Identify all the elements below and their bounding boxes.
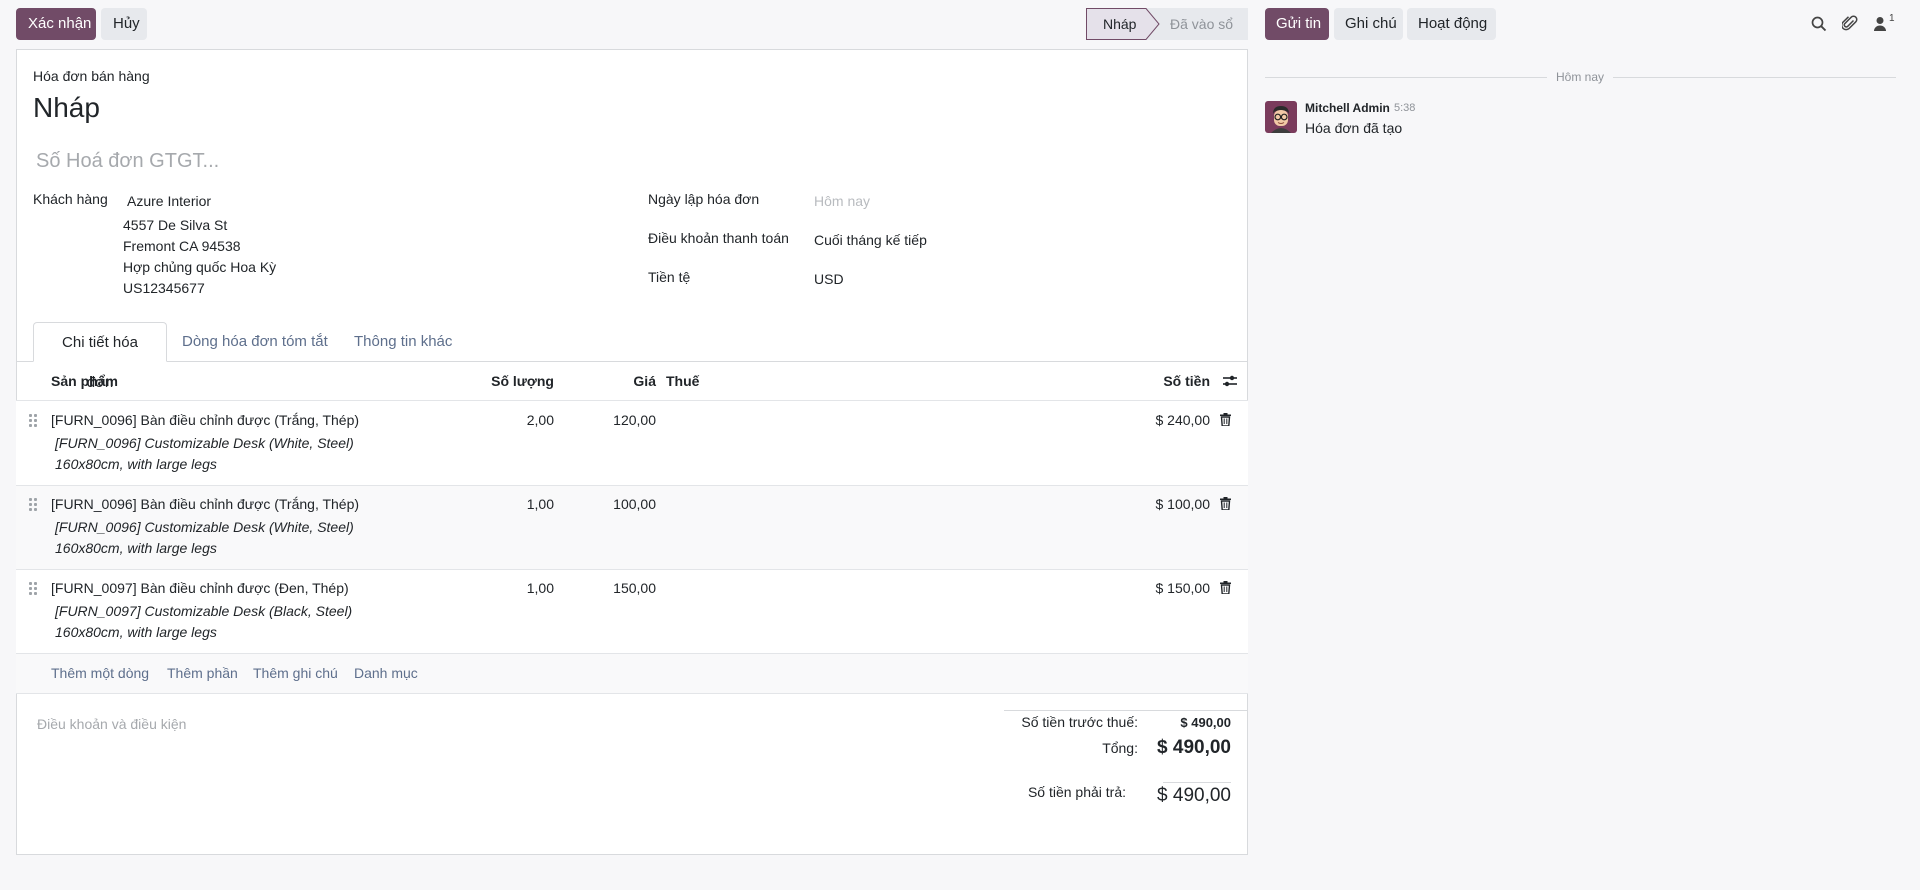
move-type-label: Hóa đơn bán hàng [33,68,150,84]
message-body: Hóa đơn đã tạo [1305,120,1403,136]
line-description: [FURN_0097] Customizable Desk (Black, St… [55,603,353,619]
add-line-link[interactable]: Thêm một dòng [51,665,149,681]
trash-icon[interactable] [1220,497,1231,510]
payment-terms-field[interactable]: Cuối tháng kế tiếp [814,232,927,248]
status-posted[interactable]: Đã vào sổ [1170,8,1233,40]
invoice-name: Nháp [33,92,100,123]
column-header-price[interactable]: Giá [556,373,656,389]
amount-due-label: Số tiền phải trả: [1027,784,1126,800]
line-description: [FURN_0096] Customizable Desk (White, St… [55,519,354,535]
trash-icon[interactable] [1220,413,1231,426]
log-note-button[interactable]: Ghi chú [1334,8,1403,40]
column-header-quantity[interactable]: Số lượng [454,373,554,389]
currency-field[interactable]: USD [814,271,844,287]
optional-columns-icon[interactable] [1222,374,1238,388]
line-amount: $ 150,00 [1155,580,1211,596]
followers-count: 1 [1889,13,1895,24]
customer-address-line: 4557 De Silva St [123,217,228,233]
catalog-link[interactable]: Danh mục [354,665,418,681]
line-product[interactable]: [FURN_0096] Bàn điều chỉnh được (Trắng, … [51,412,359,428]
drag-handle-icon[interactable] [29,414,39,428]
customer-vat: US12345677 [123,280,205,296]
amount-due-value: $ 490,00 [1157,785,1231,806]
line-quantity[interactable]: 1,00 [454,496,554,512]
column-header-amount[interactable]: Số tiền [1110,373,1210,389]
paperclip-icon[interactable] [1842,15,1858,32]
currency-label: Tiền tệ [648,269,691,285]
add-note-link[interactable]: Thêm ghi chú [253,665,338,681]
tab-other-info[interactable]: Thông tin khác [338,322,468,362]
send-message-button[interactable]: Gửi tin [1265,8,1329,40]
customer-label: Khách hàng [33,191,108,207]
message-time: 5:38 [1394,102,1416,114]
search-icon[interactable] [1811,16,1827,32]
line-description: 160x80cm, with large legs [55,624,217,640]
payment-terms-label: Điều khoản thanh toán [648,230,789,246]
vat-invoice-input[interactable]: Số Hoá đơn GTGT... [36,150,219,173]
confirm-button[interactable]: Xác nhận [16,8,96,40]
line-price[interactable]: 150,00 [556,580,656,596]
tab-invoice-lines[interactable]: Chi tiết hóa đơn [33,322,167,391]
customer-address-line: Fremont CA 94538 [123,238,241,254]
invoice-date-label: Ngày lập hóa đơn [648,191,760,207]
totals-top-border [1004,710,1248,711]
line-description: 160x80cm, with large legs [55,456,217,472]
line-description: [FURN_0096] Customizable Desk (White, St… [55,435,354,451]
avatar[interactable] [1265,101,1297,133]
trash-icon[interactable] [1220,581,1231,594]
drag-handle-icon[interactable] [29,582,39,596]
untaxed-amount-label: Số tiền trước thuế: [1021,714,1138,730]
due-divider [1163,782,1231,783]
followers-icon[interactable] [1874,16,1886,32]
line-product[interactable]: [FURN_0096] Bàn điều chỉnh được (Trắng, … [51,496,359,512]
message-author[interactable]: Mitchell Admin [1305,101,1390,115]
total-label: Tổng: [1102,740,1138,756]
line-quantity[interactable]: 1,00 [454,580,554,596]
date-separator: Hôm nay [1555,70,1605,84]
status-draft[interactable]: Nháp [1103,8,1136,40]
cancel-button[interactable]: Hủy [101,8,147,40]
activities-button[interactable]: Hoạt động [1407,8,1496,40]
column-header-tax[interactable]: Thuế [666,373,699,389]
line-price[interactable]: 100,00 [556,496,656,512]
status-bar: Nháp Đã vào sổ [1086,8,1248,40]
customer-address-line: Hợp chủng quốc Hoa Kỳ [123,259,277,275]
line-description: 160x80cm, with large legs [55,540,217,556]
invoice-date-input[interactable]: Hôm nay [814,193,870,209]
untaxed-amount-value: $ 490,00 [1180,715,1231,730]
tab-summary-lines[interactable]: Dòng hóa đơn tóm tắt [166,322,344,362]
separator-line-left [1265,77,1547,78]
line-price[interactable]: 120,00 [556,412,656,428]
separator-line-right [1613,77,1896,78]
line-product[interactable]: [FURN_0097] Bàn điều chỉnh được (Đen, Th… [51,580,349,596]
line-amount: $ 100,00 [1155,496,1211,512]
total-value: $ 490,00 [1157,737,1231,758]
customer-field[interactable]: Azure Interior [127,193,211,209]
line-amount: $ 240,00 [1155,412,1211,428]
terms-input[interactable]: Điều khoản và điều kiện [37,716,186,732]
add-section-link[interactable]: Thêm phần [167,665,238,681]
row-divider [16,693,1248,694]
drag-handle-icon[interactable] [29,498,39,512]
line-quantity[interactable]: 2,00 [454,412,554,428]
